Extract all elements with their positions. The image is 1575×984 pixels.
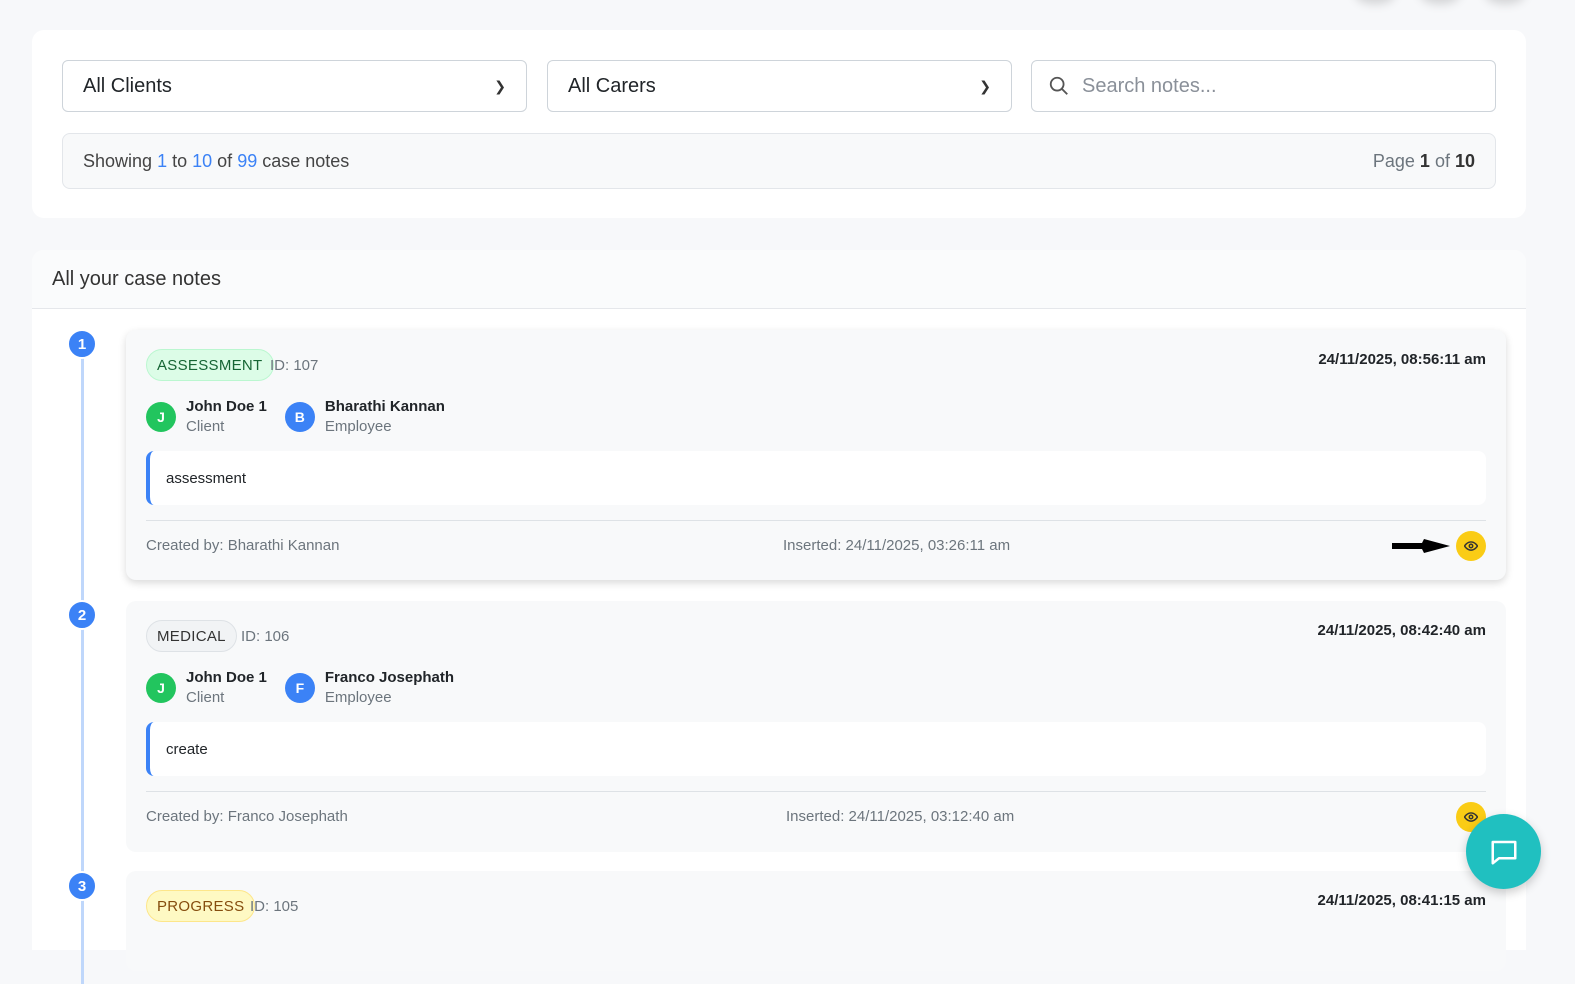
chevron-down-icon: ❯ — [494, 77, 506, 94]
eye-icon — [1464, 541, 1478, 551]
note-date: 24/11/2025, 08:56:11 am — [1318, 351, 1486, 368]
avatar: F — [284, 673, 315, 703]
case-note-card: MEDICAL ID: 106 24/11/2025, 08:42:40 am … — [126, 601, 1506, 852]
client-select-value: All Clients — [83, 74, 172, 97]
note-id: ID: 107 — [270, 357, 319, 374]
arrow-annotation-icon — [1392, 539, 1450, 553]
chat-button[interactable] — [1466, 814, 1541, 889]
created-by: Created by: Bharathi Kannan — [146, 537, 340, 554]
view-button[interactable] — [1456, 531, 1486, 561]
type-badge: MEDICAL — [146, 620, 237, 652]
note-date: 24/11/2025, 08:42:40 am — [1317, 622, 1486, 639]
note-text: create — [146, 722, 1486, 776]
chat-icon — [1491, 840, 1516, 864]
type-badge: ASSESSMENT — [146, 349, 274, 381]
case-note-card: ASSESSMENT ID: 107 24/11/2025, 08:56:11 … — [126, 330, 1506, 580]
case-note-card: PROGRESS ID: 105 24/11/2025, 08:41:15 am — [126, 871, 1506, 971]
client-select[interactable]: All Clients ❯ — [62, 60, 527, 112]
carer-select[interactable]: All Carers ❯ — [547, 60, 1012, 112]
avatar: J — [146, 402, 176, 432]
carer-select-value: All Carers — [568, 74, 656, 97]
results-summary: Showing 1 to 10 of 99 case notes Page 1 … — [62, 133, 1496, 189]
search-placeholder: Search notes... — [1082, 74, 1217, 97]
client-info: J John Doe 1 Client — [146, 397, 267, 437]
avatar: J — [146, 673, 176, 703]
note-id: ID: 105 — [250, 898, 299, 915]
filters-panel: All Clients ❯ All Carers ❯ Search notes...… — [32, 30, 1526, 218]
note-text: assessment — [146, 451, 1486, 505]
type-badge: PROGRESS — [146, 890, 256, 922]
created-by: Created by: Franco Josephath — [146, 808, 348, 825]
search-icon — [1049, 76, 1068, 95]
timeline-dot: 3 — [67, 871, 97, 901]
client-info: J John Doe 1 Client — [146, 668, 267, 708]
search-input[interactable]: Search notes... — [1031, 60, 1496, 112]
inserted-date: Inserted: 24/11/2025, 03:26:11 am — [783, 537, 1011, 554]
avatar: B — [284, 402, 315, 432]
eye-icon — [1464, 812, 1478, 822]
inserted-date: Inserted: 24/11/2025, 03:12:40 am — [786, 808, 1015, 825]
section-title: All your case notes — [32, 250, 1526, 309]
note-date: 24/11/2025, 08:41:15 am — [1317, 892, 1486, 909]
case-notes-section: All your case notes 1 ASSESSMENT ID: 107… — [32, 250, 1526, 984]
employee-info: F Franco Josephath Employee — [284, 668, 454, 708]
note-id: ID: 106 — [241, 628, 290, 645]
employee-info: B Bharathi Kannan Employee — [284, 397, 445, 437]
timeline-dot: 1 — [67, 329, 97, 359]
timeline-dot: 2 — [67, 600, 97, 630]
chevron-down-icon: ❯ — [979, 77, 991, 94]
